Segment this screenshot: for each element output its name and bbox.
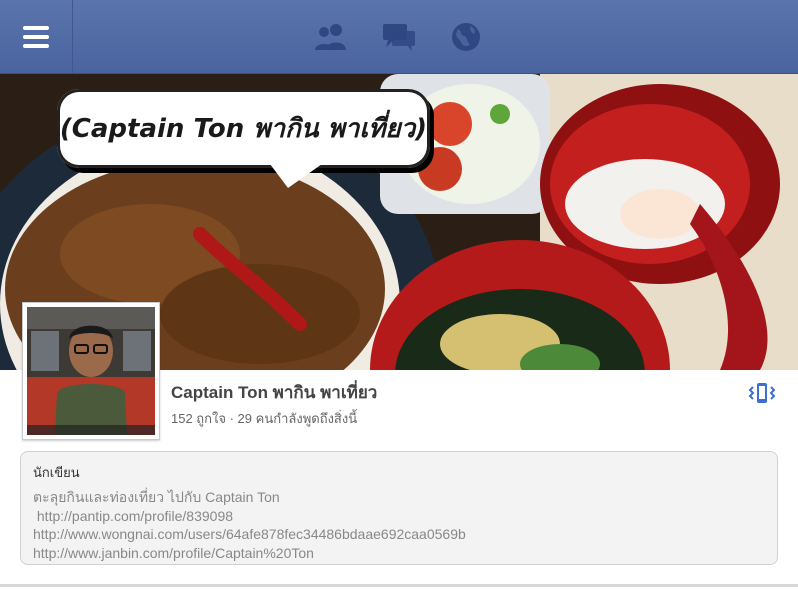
top-navigation-bar — [0, 0, 798, 74]
about-link-pantip[interactable]: http://pantip.com/profile/839098 — [33, 507, 765, 526]
about-link-janbin[interactable]: http://www.janbin.com/profile/Captain%20… — [33, 544, 765, 563]
cover-bubble-text: (Captain Ton พากิน พาเที่ยว) — [59, 114, 428, 144]
profile-picture[interactable] — [22, 302, 160, 440]
notifications-globe-icon[interactable] — [450, 22, 484, 52]
about-box[interactable]: นักเขียน ตะลุยกินและท่องเที่ยว ไปกับ Cap… — [20, 451, 778, 565]
page-stats: 152 ถูกใจ · 29 คนกำลังพูดถึงสิ่งนี้ — [171, 411, 358, 426]
vibrate-phone-icon[interactable] — [748, 381, 776, 405]
hamburger-menu-icon — [23, 25, 49, 48]
cover-speech-bubble: (Captain Ton พากิน พาเที่ยว) — [57, 89, 430, 168]
about-description: ตะลุยกินและท่องเที่ยว ไปกับ Captain Ton — [33, 489, 280, 505]
page-category: นักเขียน — [33, 465, 80, 480]
hamburger-menu-button[interactable] — [0, 0, 73, 73]
divider — [0, 584, 798, 587]
about-link-wongnai[interactable]: http://www.wongnai.com/users/64afe878fec… — [33, 525, 765, 544]
speech-bubble-tail — [270, 164, 322, 188]
friends-icon[interactable] — [314, 22, 348, 52]
messages-icon[interactable] — [382, 22, 416, 52]
profile-photo-image — [27, 307, 155, 435]
page-name: Captain Ton พากิน พาเที่ยว — [171, 383, 378, 402]
